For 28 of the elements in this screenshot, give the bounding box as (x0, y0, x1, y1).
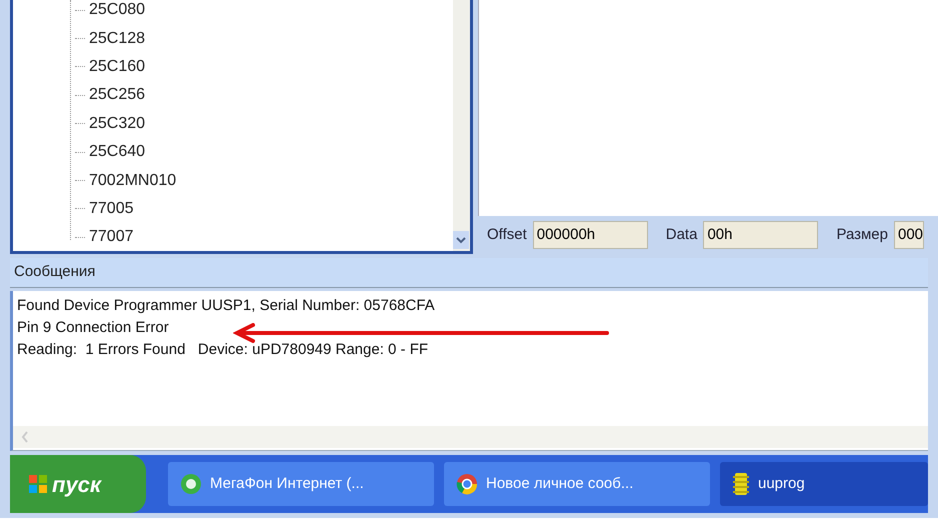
taskbar-button[interactable]: uuprog (720, 462, 928, 506)
start-button[interactable]: пуск (10, 455, 146, 513)
browser-icon (456, 473, 478, 495)
value-field[interactable]: 000000h (532, 221, 648, 249)
tree-item[interactable]: 25C256 (89, 83, 146, 108)
value-field[interactable]: 000 (894, 221, 924, 249)
tree-item[interactable]: 25C080 (89, 0, 146, 22)
message-line: Found Device Programmer UUSP1, Serial Number: 05768CFA (17, 296, 435, 316)
panel-header: Сообщения (10, 258, 928, 288)
windows-logo-icon (28, 474, 48, 494)
tree-item[interactable]: 25C160 (89, 54, 146, 79)
field-label: Data (666, 224, 698, 245)
chip-icon (732, 472, 750, 496)
tree-item[interactable]: 77007 (89, 225, 134, 250)
value-field[interactable]: 00h (703, 221, 818, 249)
tree-item[interactable]: 77005 (89, 196, 134, 221)
message-line: Reading: 1 Errors Found Device: uPD780949 Range: 0 - FF (17, 340, 428, 360)
field-label: Offset (487, 224, 527, 245)
field-label: Размер (836, 224, 888, 245)
chevron-down-icon (456, 236, 466, 244)
tree-item[interactable]: 25C320 (89, 112, 146, 136)
tree-item[interactable]: 25C128 (89, 26, 146, 51)
message-line: Pin 9 Connection Error (17, 318, 169, 338)
tree-item[interactable]: 25C640 (89, 140, 146, 164)
scroll-down-button[interactable] (453, 231, 469, 249)
taskbar-button[interactable]: МегаФон Интернет (... (168, 462, 434, 506)
taskbar-button[interactable]: Новое личное сооб... (444, 462, 710, 506)
tree-item[interactable]: 7002MN010 (89, 168, 176, 193)
